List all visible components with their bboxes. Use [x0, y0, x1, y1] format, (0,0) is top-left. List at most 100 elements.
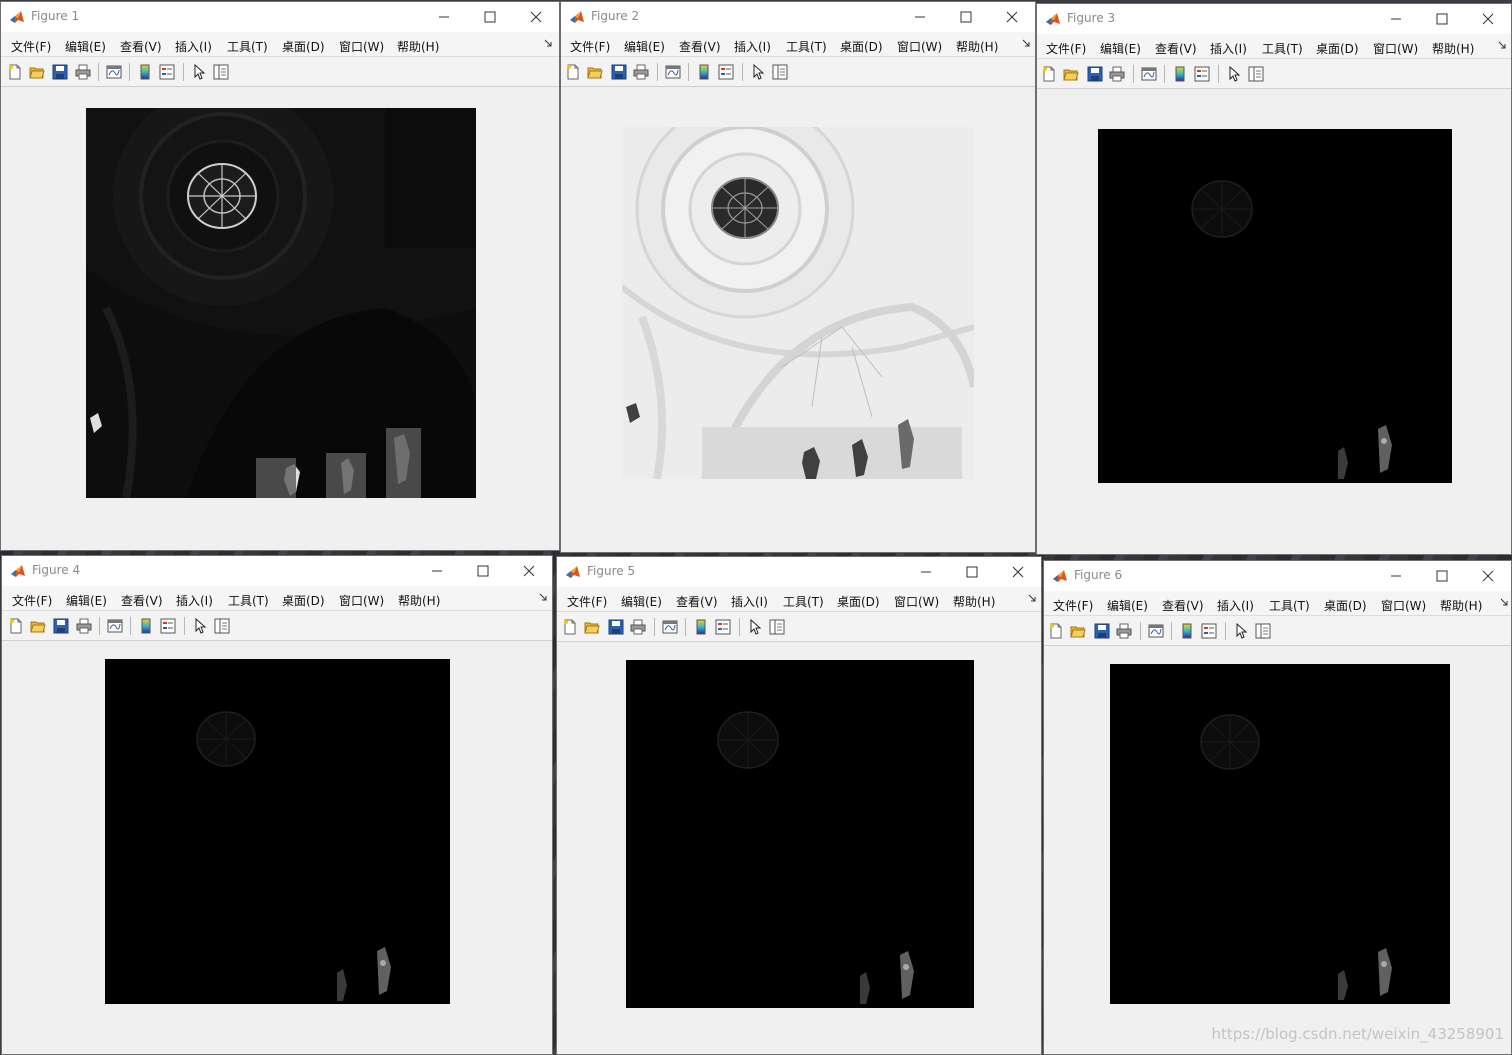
legend-icon[interactable]	[160, 618, 176, 634]
new-figure-icon[interactable]	[562, 619, 578, 635]
open-file-icon[interactable]	[1063, 66, 1079, 82]
legend-icon[interactable]	[159, 64, 175, 80]
menu-overflow-icon[interactable]	[1021, 38, 1031, 50]
pointer-icon[interactable]	[191, 64, 207, 80]
menu-window[interactable]: 窗口(W)	[1373, 40, 1418, 57]
legend-icon[interactable]	[718, 64, 734, 80]
menu-window[interactable]: 窗口(W)	[894, 593, 939, 610]
colorbar-icon[interactable]	[138, 618, 154, 634]
menu-view[interactable]: 查看(V)	[679, 38, 721, 55]
save-icon[interactable]	[1087, 66, 1103, 82]
legend-icon[interactable]	[715, 619, 731, 635]
menu-overflow-icon[interactable]	[1497, 40, 1507, 52]
menu-overflow-icon[interactable]	[543, 38, 553, 50]
close-icon[interactable]	[1003, 560, 1033, 584]
minimize-icon[interactable]	[1381, 7, 1411, 31]
menu-insert[interactable]: 插入(I)	[176, 592, 213, 609]
menu-overflow-icon[interactable]	[1027, 593, 1037, 605]
menu-tools[interactable]: 工具(T)	[1269, 597, 1310, 614]
close-icon[interactable]	[997, 5, 1027, 29]
menu-insert[interactable]: 插入(I)	[1217, 597, 1254, 614]
maximize-icon[interactable]	[1427, 7, 1457, 31]
close-icon[interactable]	[1473, 7, 1503, 31]
open-file-icon[interactable]	[29, 64, 45, 80]
save-icon[interactable]	[52, 64, 68, 80]
link-plot-icon[interactable]	[1148, 623, 1164, 639]
minimize-icon[interactable]	[1381, 564, 1411, 588]
save-icon[interactable]	[611, 64, 627, 80]
link-plot-icon[interactable]	[662, 619, 678, 635]
menu-window[interactable]: 窗口(W)	[1381, 597, 1426, 614]
open-file-icon[interactable]	[30, 618, 46, 634]
minimize-icon[interactable]	[905, 5, 935, 29]
new-figure-icon[interactable]	[1041, 66, 1057, 82]
legend-icon[interactable]	[1194, 66, 1210, 82]
colorbar-icon[interactable]	[1179, 623, 1195, 639]
property-inspector-icon[interactable]	[213, 64, 229, 80]
menu-file[interactable]: 文件(F)	[11, 38, 51, 55]
menu-tools[interactable]: 工具(T)	[786, 38, 827, 55]
pointer-icon[interactable]	[1226, 66, 1242, 82]
menu-view[interactable]: 查看(V)	[676, 593, 718, 610]
menu-edit[interactable]: 编辑(E)	[65, 38, 106, 55]
menu-overflow-icon[interactable]	[538, 592, 548, 604]
property-inspector-icon[interactable]	[1255, 623, 1271, 639]
menu-insert[interactable]: 插入(I)	[734, 38, 771, 55]
menu-insert[interactable]: 插入(I)	[1210, 40, 1247, 57]
colorbar-icon[interactable]	[1172, 66, 1188, 82]
menu-help[interactable]: 帮助(H)	[953, 593, 995, 610]
property-inspector-icon[interactable]	[769, 619, 785, 635]
figure-window-2[interactable]: Figure 2 文件(F) 编辑(E) 查看(V) 插入(I) 工具(T) 桌…	[560, 1, 1036, 553]
property-inspector-icon[interactable]	[1248, 66, 1264, 82]
menu-file[interactable]: 文件(F)	[1053, 597, 1093, 614]
title-bar[interactable]: Figure 6	[1044, 561, 1511, 591]
close-icon[interactable]	[521, 5, 551, 29]
menu-desktop[interactable]: 桌面(D)	[282, 38, 325, 55]
title-bar[interactable]: Figure 2	[561, 2, 1035, 32]
menu-help[interactable]: 帮助(H)	[1440, 597, 1482, 614]
pointer-icon[interactable]	[747, 619, 763, 635]
save-icon[interactable]	[53, 618, 69, 634]
maximize-icon[interactable]	[468, 559, 498, 583]
figure-window-5[interactable]: Figure 5 文件(F) 编辑(E) 查看(V) 插入(I) 工具(T) 桌…	[556, 556, 1042, 1055]
menu-file[interactable]: 文件(F)	[12, 592, 52, 609]
menu-view[interactable]: 查看(V)	[120, 38, 162, 55]
menu-edit[interactable]: 编辑(E)	[1100, 40, 1141, 57]
menu-file[interactable]: 文件(F)	[570, 38, 610, 55]
menu-help[interactable]: 帮助(H)	[397, 38, 439, 55]
new-figure-icon[interactable]	[1048, 623, 1064, 639]
menu-window[interactable]: 窗口(W)	[339, 38, 384, 55]
menu-edit[interactable]: 编辑(E)	[621, 593, 662, 610]
menu-desktop[interactable]: 桌面(D)	[837, 593, 880, 610]
menu-edit[interactable]: 编辑(E)	[66, 592, 107, 609]
menu-file[interactable]: 文件(F)	[567, 593, 607, 610]
save-icon[interactable]	[608, 619, 624, 635]
menu-file[interactable]: 文件(F)	[1046, 40, 1086, 57]
menu-desktop[interactable]: 桌面(D)	[840, 38, 883, 55]
save-icon[interactable]	[1094, 623, 1110, 639]
figure-window-3[interactable]: Figure 3 文件(F) 编辑(E) 查看(V) 插入(I) 工具(T) 桌…	[1036, 3, 1512, 555]
open-file-icon[interactable]	[587, 64, 603, 80]
pointer-icon[interactable]	[1233, 623, 1249, 639]
colorbar-icon[interactable]	[137, 64, 153, 80]
menu-desktop[interactable]: 桌面(D)	[282, 592, 325, 609]
minimize-icon[interactable]	[429, 5, 459, 29]
close-icon[interactable]	[514, 559, 544, 583]
maximize-icon[interactable]	[957, 560, 987, 584]
colorbar-icon[interactable]	[693, 619, 709, 635]
close-icon[interactable]	[1473, 564, 1503, 588]
link-plot-icon[interactable]	[1141, 66, 1157, 82]
print-icon[interactable]	[76, 618, 92, 634]
figure-window-1[interactable]: Figure 1 文件(F) 编辑(E) 查看(V) 插入(I) 工具(T) 桌…	[0, 1, 560, 551]
menu-overflow-icon[interactable]	[1499, 597, 1509, 609]
menu-insert[interactable]: 插入(I)	[731, 593, 768, 610]
pointer-icon[interactable]	[750, 64, 766, 80]
print-icon[interactable]	[633, 64, 649, 80]
menu-edit[interactable]: 编辑(E)	[1107, 597, 1148, 614]
link-plot-icon[interactable]	[665, 64, 681, 80]
maximize-icon[interactable]	[951, 5, 981, 29]
figure-window-6[interactable]: Figure 6 文件(F) 编辑(E) 查看(V) 插入(I) 工具(T) 桌…	[1043, 560, 1512, 1055]
menu-view[interactable]: 查看(V)	[1155, 40, 1197, 57]
menu-help[interactable]: 帮助(H)	[398, 592, 440, 609]
menu-tools[interactable]: 工具(T)	[228, 592, 269, 609]
